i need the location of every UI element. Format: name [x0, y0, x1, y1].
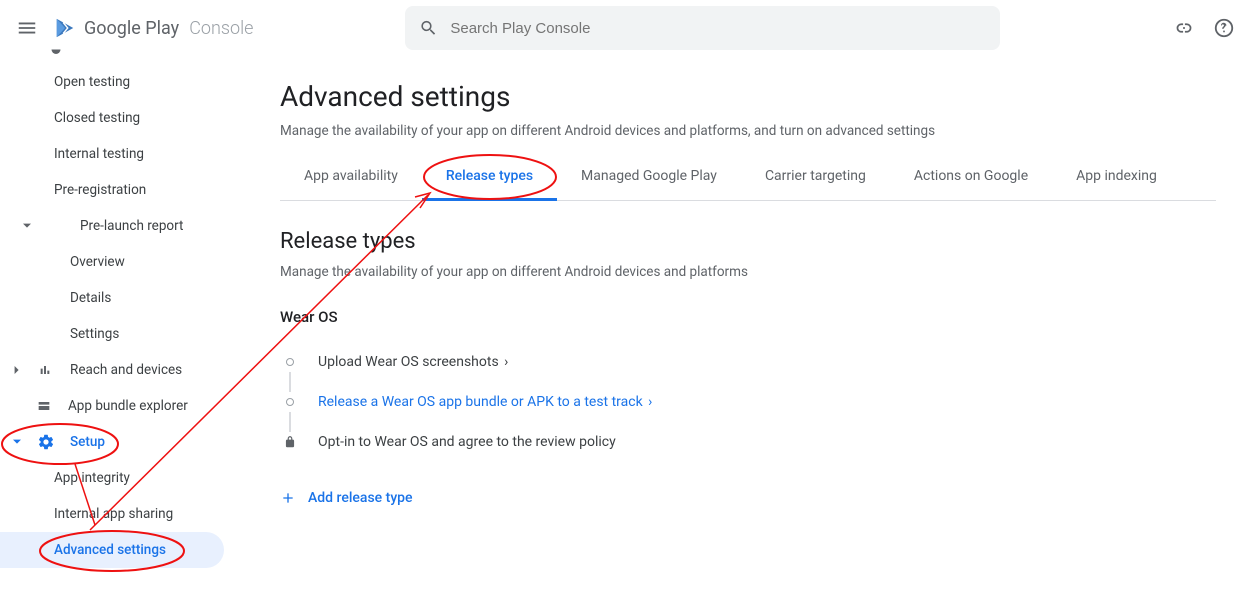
step-circle-icon — [286, 398, 294, 406]
step-opt-in-wear-os[interactable]: Opt-in to Wear OS and agree to the revie… — [280, 422, 1216, 462]
sidebar-item-internal-app-sharing[interactable]: Internal app sharing — [0, 496, 240, 532]
step-upload-screenshots[interactable]: Upload Wear OS screenshots › — [280, 342, 1216, 382]
sidebar-item-setup[interactable]: Setup — [0, 424, 240, 460]
sidebar-item-prelaunch-overview[interactable]: Overview — [0, 244, 240, 280]
bar-chart-icon — [36, 362, 56, 378]
group-title-wear-os: Wear OS — [280, 308, 1216, 326]
main-content: Advanced settings Manage the availabilit… — [240, 56, 1256, 589]
sidebar-item-app-integrity[interactable]: App integrity — [0, 460, 240, 496]
page-title: Advanced settings — [280, 80, 1216, 113]
caret-down-icon — [22, 222, 32, 230]
sidebar-item-prelaunch-details[interactable]: Details — [0, 280, 240, 316]
sidebar-item-open-testing[interactable]: Open testing — [0, 64, 240, 100]
flask-icon — [46, 49, 66, 59]
link-icon[interactable] — [1172, 16, 1196, 40]
logo-text-google-play: Google Play — [84, 18, 179, 39]
gear-icon — [36, 433, 56, 451]
step-circle-icon — [286, 358, 294, 366]
step-release-test-track[interactable]: Release a Wear OS app bundle or APK to a… — [280, 382, 1216, 422]
tab-carrier-targeting[interactable]: Carrier targeting — [741, 168, 890, 201]
logo-text-console: Console — [189, 18, 253, 39]
chevron-right-icon: › — [645, 394, 653, 410]
play-console-icon — [54, 17, 76, 39]
tab-release-types[interactable]: Release types — [422, 168, 557, 201]
chevron-right-icon: › — [501, 354, 509, 370]
bundle-icon — [34, 398, 54, 414]
logo[interactable]: Google Play Console — [54, 17, 253, 39]
sidebar-item-reach-devices[interactable]: Reach and devices — [0, 352, 240, 388]
section-title: Release types — [280, 229, 1216, 254]
caret-down-icon — [12, 438, 22, 446]
sidebar-item-closed-testing[interactable]: Closed testing — [0, 100, 240, 136]
menu-icon[interactable] — [16, 17, 38, 39]
page-subtitle: Manage the availability of your app on d… — [280, 123, 1216, 139]
search-bar[interactable] — [405, 6, 1000, 50]
sidebar-item-prelaunch-report[interactable]: Pre-launch report — [0, 208, 240, 244]
plus-icon — [280, 490, 296, 506]
sidebar: Testing Open testing Closed testing Inte… — [0, 56, 240, 589]
help-icon[interactable] — [1212, 16, 1236, 40]
tab-managed-google-play[interactable]: Managed Google Play — [557, 168, 741, 201]
wear-os-steps: Upload Wear OS screenshots › Release a W… — [280, 342, 1216, 462]
sidebar-item-advanced-settings[interactable]: Advanced settings — [0, 532, 224, 568]
search-input[interactable] — [450, 20, 986, 37]
tabs: App availability Release types Managed G… — [280, 167, 1216, 201]
sidebar-item-bundle-explorer[interactable]: App bundle explorer — [0, 388, 240, 424]
section-subtitle: Manage the availability of your app on d… — [280, 264, 1216, 280]
sidebar-item-testing[interactable]: Testing — [0, 44, 240, 64]
caret-right-icon — [12, 366, 22, 374]
add-release-type-button[interactable]: Add release type — [280, 490, 1216, 506]
sidebar-item-internal-testing[interactable]: Internal testing — [0, 136, 240, 172]
search-icon — [419, 18, 438, 38]
sidebar-item-pre-registration[interactable]: Pre-registration — [0, 172, 240, 208]
tab-actions-on-google[interactable]: Actions on Google — [890, 168, 1052, 201]
tab-app-availability[interactable]: App availability — [280, 168, 422, 201]
tab-app-indexing[interactable]: App indexing — [1052, 168, 1181, 201]
lock-icon — [280, 432, 300, 452]
sidebar-item-prelaunch-settings[interactable]: Settings — [0, 316, 240, 352]
